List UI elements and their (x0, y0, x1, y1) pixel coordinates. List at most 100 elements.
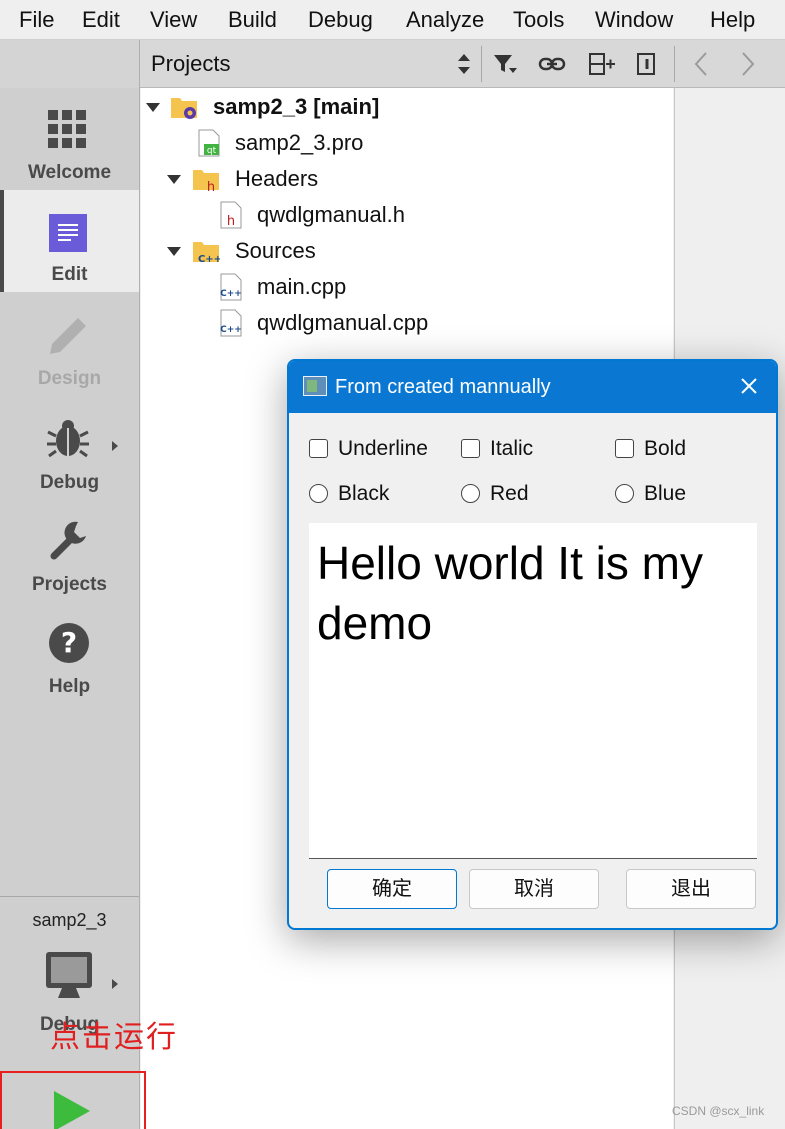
italic-checkbox[interactable]: Italic (461, 436, 581, 462)
svg-text:C++: C++ (220, 289, 242, 299)
exit-button[interactable]: 退出 (626, 869, 756, 909)
menu-debug[interactable]: Debug (308, 6, 373, 34)
tree-item-source-file[interactable]: C++ main.cpp (141, 270, 671, 304)
close-sidebar-icon[interactable] (633, 50, 661, 78)
radio-circle[interactable] (309, 484, 328, 503)
tree-item-headers[interactable]: h Headers (141, 162, 671, 196)
menu-tools[interactable]: Tools (513, 6, 564, 34)
svg-text:?: ? (61, 626, 77, 659)
tree-item-sources[interactable]: C++ Sources (141, 234, 671, 268)
mode-debug[interactable]: Debug (0, 394, 139, 496)
panel-title: Projects (151, 51, 231, 76)
question-icon: ? (49, 623, 89, 663)
red-radio[interactable]: Red (461, 481, 581, 507)
checkbox-label: Bold (644, 437, 687, 460)
svg-text:h: h (227, 214, 235, 229)
document-icon (49, 214, 87, 252)
mode-design[interactable]: Design (0, 292, 139, 394)
underline-checkbox[interactable]: Underline (309, 436, 449, 462)
dialog-title: From created mannually (335, 376, 551, 398)
mode-projects[interactable]: Projects (0, 496, 139, 598)
tree-label: main.cpp (257, 274, 347, 299)
tree-label: samp2_3 [main] (213, 94, 380, 119)
collapse-arrow-icon[interactable] (167, 247, 181, 256)
menu-edit[interactable]: Edit (82, 6, 120, 34)
wrench-icon (50, 521, 86, 560)
sort-updown-icon[interactable] (450, 50, 478, 78)
link-icon[interactable] (538, 50, 566, 78)
forward-arrow-icon[interactable] (733, 50, 761, 78)
tree-item-source-file[interactable]: C++ qwdlgmanual.cpp (141, 306, 671, 340)
bug-icon (47, 420, 89, 458)
grid-icon (48, 110, 86, 148)
ok-button[interactable]: 确定 (327, 869, 457, 909)
black-radio[interactable]: Black (309, 481, 429, 507)
mode-label: Debug (39, 472, 100, 493)
tree-item-pro-file[interactable]: qt samp2_3.pro (141, 126, 671, 160)
run-hint-annotation: 点击运行 (50, 1020, 178, 1055)
radio-label: Blue (644, 482, 687, 505)
menu-file[interactable]: File (19, 6, 54, 34)
cancel-button[interactable]: 取消 (469, 869, 599, 909)
split-add-icon[interactable] (588, 50, 616, 78)
tree-label: qwdlgmanual.cpp (257, 310, 429, 335)
blue-radio[interactable]: Blue (615, 481, 735, 507)
pencil-icon (50, 318, 86, 354)
header-file-icon: h (220, 201, 242, 229)
svg-text:qt: qt (207, 146, 217, 156)
collapse-arrow-icon[interactable] (146, 103, 160, 112)
mode-label: Design (37, 368, 102, 389)
menu-window[interactable]: Window (595, 6, 673, 34)
toolbar-separator (674, 46, 675, 82)
collapse-arrow-icon[interactable] (167, 175, 181, 184)
menu-build[interactable]: Build (228, 6, 277, 34)
menu-view[interactable]: View (150, 6, 197, 34)
expand-arrow-icon (112, 979, 118, 989)
cpp-file-icon: C++ (220, 309, 242, 337)
bold-checkbox[interactable]: Bold (615, 436, 735, 462)
mode-bar-header (0, 40, 140, 88)
tree-item-header-file[interactable]: h qwdlgmanual.h (141, 198, 671, 232)
mode-label: Welcome (27, 162, 112, 183)
app-window-icon (303, 376, 327, 396)
mode-label: Help (48, 676, 91, 697)
font-dialog: From created mannually Underline Italic … (287, 359, 778, 930)
radio-circle[interactable] (461, 484, 480, 503)
tree-label: Headers (235, 166, 319, 191)
kit-project-name: samp2_3 (32, 910, 107, 930)
checkbox-box[interactable] (309, 439, 328, 458)
close-icon[interactable] (736, 373, 762, 399)
menu-bar: File Edit View Build Debug Analyze Tools… (0, 0, 785, 40)
radio-circle[interactable] (615, 484, 634, 503)
svg-text:C++: C++ (220, 325, 242, 335)
mode-edit[interactable]: Edit (0, 190, 139, 292)
radio-label: Black (338, 482, 390, 505)
radio-label: Red (490, 482, 529, 505)
cpp-file-icon: C++ (220, 273, 242, 301)
tree-label: Sources (235, 238, 316, 263)
project-folder-icon (171, 98, 197, 119)
checkbox-box[interactable] (461, 439, 480, 458)
run-play-icon[interactable] (52, 1089, 92, 1129)
tree-item-project[interactable]: samp2_3 [main] (141, 90, 671, 124)
checkbox-label: Underline (338, 437, 428, 460)
back-arrow-icon[interactable] (688, 50, 716, 78)
run-highlight-box (0, 1071, 146, 1129)
checkbox-box[interactable] (615, 439, 634, 458)
mode-welcome[interactable]: Welcome (0, 88, 139, 190)
menu-help[interactable]: Help (710, 6, 755, 34)
dialog-titlebar[interactable]: From created mannually (289, 361, 776, 413)
svg-text:C++: C++ (198, 254, 220, 265)
text-edit[interactable]: Hello world It is my demo (309, 523, 757, 859)
svg-text:h: h (207, 180, 215, 193)
filter-icon[interactable] (491, 50, 519, 78)
menu-analyze[interactable]: Analyze (406, 6, 484, 34)
tree-label: samp2_3.pro (235, 130, 364, 155)
qt-pro-file-icon: qt (198, 129, 220, 157)
monitor-icon (46, 952, 92, 998)
projects-toolbar: Projects (0, 40, 785, 88)
watermark: CSDN @scx_link (672, 1104, 765, 1118)
mode-divider (0, 896, 139, 897)
tree-label: qwdlgmanual.h (257, 202, 405, 227)
mode-help[interactable]: ? Help (0, 598, 139, 700)
